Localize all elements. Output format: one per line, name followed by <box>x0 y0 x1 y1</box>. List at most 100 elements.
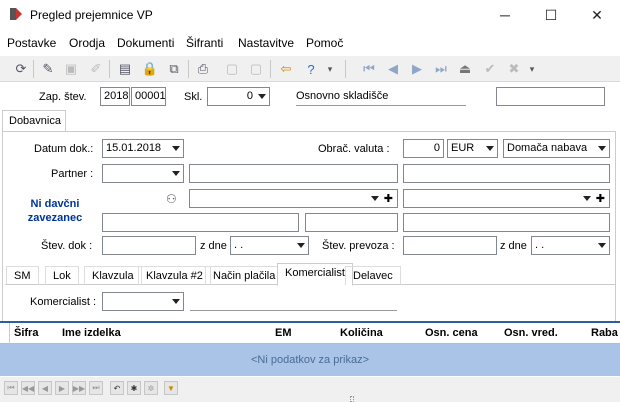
komercialist-name <box>190 292 397 311</box>
chevron-down-icon <box>172 299 180 304</box>
number-field[interactable]: 00001 <box>131 87 166 106</box>
menu-postavke[interactable]: Postavke <box>7 36 56 50</box>
document2-icon[interactable]: ▢ <box>246 59 266 79</box>
menu-nastavitve[interactable]: Nastavitve <box>238 36 294 50</box>
col-sifra[interactable]: Šifra <box>14 327 38 339</box>
tab-komercialist[interactable]: Komercialist <box>277 263 353 286</box>
col-ime-izdelka[interactable]: Ime izdelka <box>62 327 121 339</box>
datum-label: Datum dok.: <box>34 143 94 155</box>
tab-delavec[interactable]: Delavec <box>345 266 401 285</box>
komercialist-label: Komercialist : <box>30 296 97 308</box>
datum-select[interactable]: 15.01.2018 <box>102 139 184 158</box>
document-icon[interactable]: ▢ <box>222 59 242 79</box>
copy-icon[interactable]: ⧉ <box>164 59 184 79</box>
first-record-icon[interactable]: ⏮ <box>359 59 379 79</box>
stev-dok-label: Štev. dok : <box>41 240 93 252</box>
calculator-icon[interactable]: ▤ <box>115 59 135 79</box>
print-icon[interactable]: ⎙ <box>193 59 213 79</box>
skl-value: 0 <box>246 90 253 102</box>
exit-icon[interactable]: ⇦ <box>276 59 296 79</box>
partner-lookup-icon[interactable]: ⚇ <box>166 192 177 206</box>
app-icon <box>10 8 22 20</box>
close-button[interactable]: ✕ <box>574 0 620 30</box>
stev-dok-field[interactable] <box>102 236 196 255</box>
nav-last-icon[interactable]: ⏭ <box>89 381 103 395</box>
menu-pomoc[interactable]: Pomoč <box>306 36 343 50</box>
skl-label: Skl. <box>184 91 203 103</box>
address2-select[interactable]: ✚ <box>403 189 610 208</box>
nav-filter-icon[interactable]: ▼ <box>164 381 178 395</box>
last-record-icon[interactable]: ⏭ <box>431 59 451 79</box>
tab-klavzula-2[interactable]: Klavzula #2 <box>138 266 211 285</box>
splitter-handle[interactable] <box>350 396 354 402</box>
eject-icon[interactable]: ⏏ <box>455 59 475 79</box>
komercialist-select[interactable] <box>102 292 184 311</box>
toolbar-more2-icon[interactable]: ▾ <box>522 59 542 79</box>
valuta-label: Obrač. valuta : <box>318 143 390 155</box>
confirm-icon[interactable]: ✔ <box>480 59 500 79</box>
menu-sifranti[interactable]: Šifranti <box>186 36 223 50</box>
z-dne2-select[interactable]: . . <box>531 236 610 255</box>
tab-nacin-placila[interactable]: Način plačila <box>205 266 284 285</box>
save-icon[interactable]: ▣ <box>61 59 81 79</box>
partner-extra-field[interactable] <box>403 164 610 183</box>
col-em[interactable]: EM <box>275 327 292 339</box>
nav-first-icon[interactable]: ⏮ <box>4 381 18 395</box>
menu-orodja[interactable]: Orodja <box>69 36 105 50</box>
address-select[interactable]: ✚ <box>189 189 398 208</box>
previous-record-icon[interactable]: ◀ <box>383 59 403 79</box>
partner-name-field[interactable] <box>189 164 398 183</box>
nav-next-page-icon[interactable]: ▶▶ <box>72 381 86 395</box>
col-kolicina[interactable]: Količina <box>340 327 383 339</box>
refresh-icon[interactable]: ⟳ <box>11 59 31 79</box>
nabava-value: Domača nabava <box>507 142 588 154</box>
nabava-select[interactable]: Domača nabava <box>503 139 610 158</box>
valuta-code-select[interactable]: EUR <box>447 139 498 158</box>
grid-empty-message: <Ni podatkov za prikaz> <box>250 354 369 366</box>
nav-undo-icon[interactable]: ↶ <box>110 381 124 395</box>
datum-value: 15.01.2018 <box>106 142 162 154</box>
tab-lok[interactable]: Lok <box>45 266 79 285</box>
year-field[interactable]: 2018 <box>100 87 130 106</box>
new-document-icon[interactable]: ✎ <box>38 59 58 79</box>
ni-davcni-zavezanec: Ni davčni zavezanec <box>27 198 83 224</box>
lock-icon[interactable]: 🔒 <box>140 59 160 79</box>
cancel-icon[interactable]: ✖ <box>504 59 524 79</box>
valuta-number[interactable]: 0 <box>403 139 444 158</box>
window-title: Pregled prejemnice VP <box>30 8 153 22</box>
tab-sm[interactable]: SM <box>6 266 39 285</box>
chevron-down-icon <box>258 94 266 99</box>
tab-klavzula[interactable]: Klavzula <box>84 266 142 285</box>
address-field-3[interactable] <box>403 213 610 232</box>
help-icon[interactable]: ? <box>301 59 321 79</box>
edit-icon[interactable]: ✐ <box>86 59 106 79</box>
nav-insert-icon[interactable]: ✱ <box>127 381 141 395</box>
col-raba[interactable]: Raba <box>591 327 618 339</box>
next-record-icon[interactable]: ▶ <box>407 59 427 79</box>
nav-prev-page-icon[interactable]: ◀◀ <box>21 381 35 395</box>
nav-delete-icon[interactable]: ✲ <box>144 381 158 395</box>
col-osn-cena[interactable]: Osn. cena <box>425 327 478 339</box>
add-icon[interactable]: ✚ <box>384 192 393 205</box>
add-icon[interactable]: ✚ <box>596 192 605 205</box>
col-osn-vred[interactable]: Osn. vred. <box>504 327 558 339</box>
nav-next-icon[interactable]: ▶ <box>55 381 69 395</box>
toolbar-more-icon[interactable]: ▾ <box>320 59 340 79</box>
z-dne-select[interactable]: . . <box>230 236 309 255</box>
header-extra-field[interactable] <box>496 87 605 106</box>
stev-prevoza-field[interactable] <box>403 236 497 255</box>
toolbar-separator <box>345 60 346 78</box>
toolbar-separator <box>33 60 34 78</box>
z-dne-value: . . <box>234 239 244 251</box>
chevron-down-icon <box>486 146 494 151</box>
minimize-button[interactable]: ─ <box>482 0 528 30</box>
nav-prev-icon[interactable]: ◀ <box>38 381 52 395</box>
partner-select[interactable] <box>102 164 184 183</box>
skl-select[interactable]: 0 <box>207 87 270 106</box>
address-field-1[interactable] <box>102 213 299 232</box>
address-field-2[interactable] <box>305 213 398 232</box>
menu-dokumenti[interactable]: Dokumenti <box>117 36 174 50</box>
valuta-code-value: EUR <box>451 142 475 154</box>
maximize-button[interactable]: ☐ <box>528 0 574 30</box>
chevron-down-icon <box>583 196 591 201</box>
